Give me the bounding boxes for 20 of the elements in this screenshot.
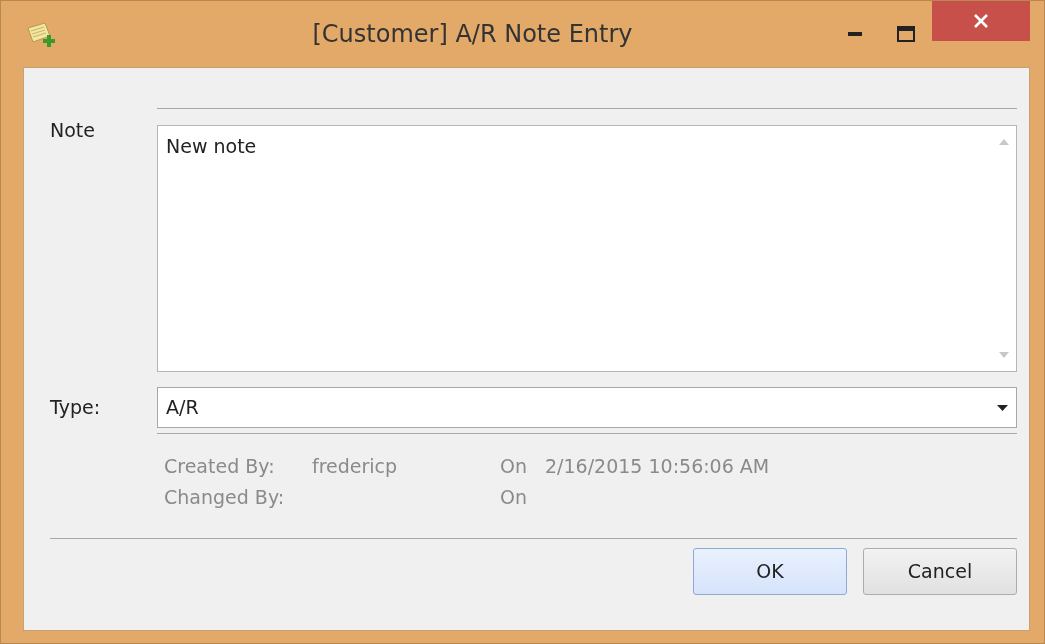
note-add-icon: [25, 20, 55, 48]
note-label: Note: [50, 118, 96, 143]
note-field[interactable]: New note: [157, 125, 1017, 372]
minimize-icon: [848, 32, 862, 36]
close-icon: [973, 13, 989, 29]
dialog-button[interactable]: Cancel: [863, 548, 1017, 595]
timestamp: 2/16/2015 10:56:06 AM: [545, 454, 770, 479]
scroll-down-icon[interactable]: [999, 352, 1009, 358]
dialog-button[interactable]: OK: [693, 548, 847, 595]
type-dropdown[interactable]: A/R: [157, 387, 1017, 428]
window-title: [Customer] A/R Note Entry: [311, 19, 634, 50]
info-value: fredericp: [312, 454, 399, 479]
info-label: Created By:: [164, 454, 276, 479]
type-label: Type:: [50, 395, 102, 421]
on-label: On: [500, 485, 528, 510]
info-label: Changed By:: [164, 485, 286, 510]
on-label: On: [500, 454, 528, 479]
caret-icon: [997, 404, 1008, 411]
scroll-up-icon[interactable]: [999, 139, 1009, 145]
maximize-icon: [897, 26, 915, 42]
